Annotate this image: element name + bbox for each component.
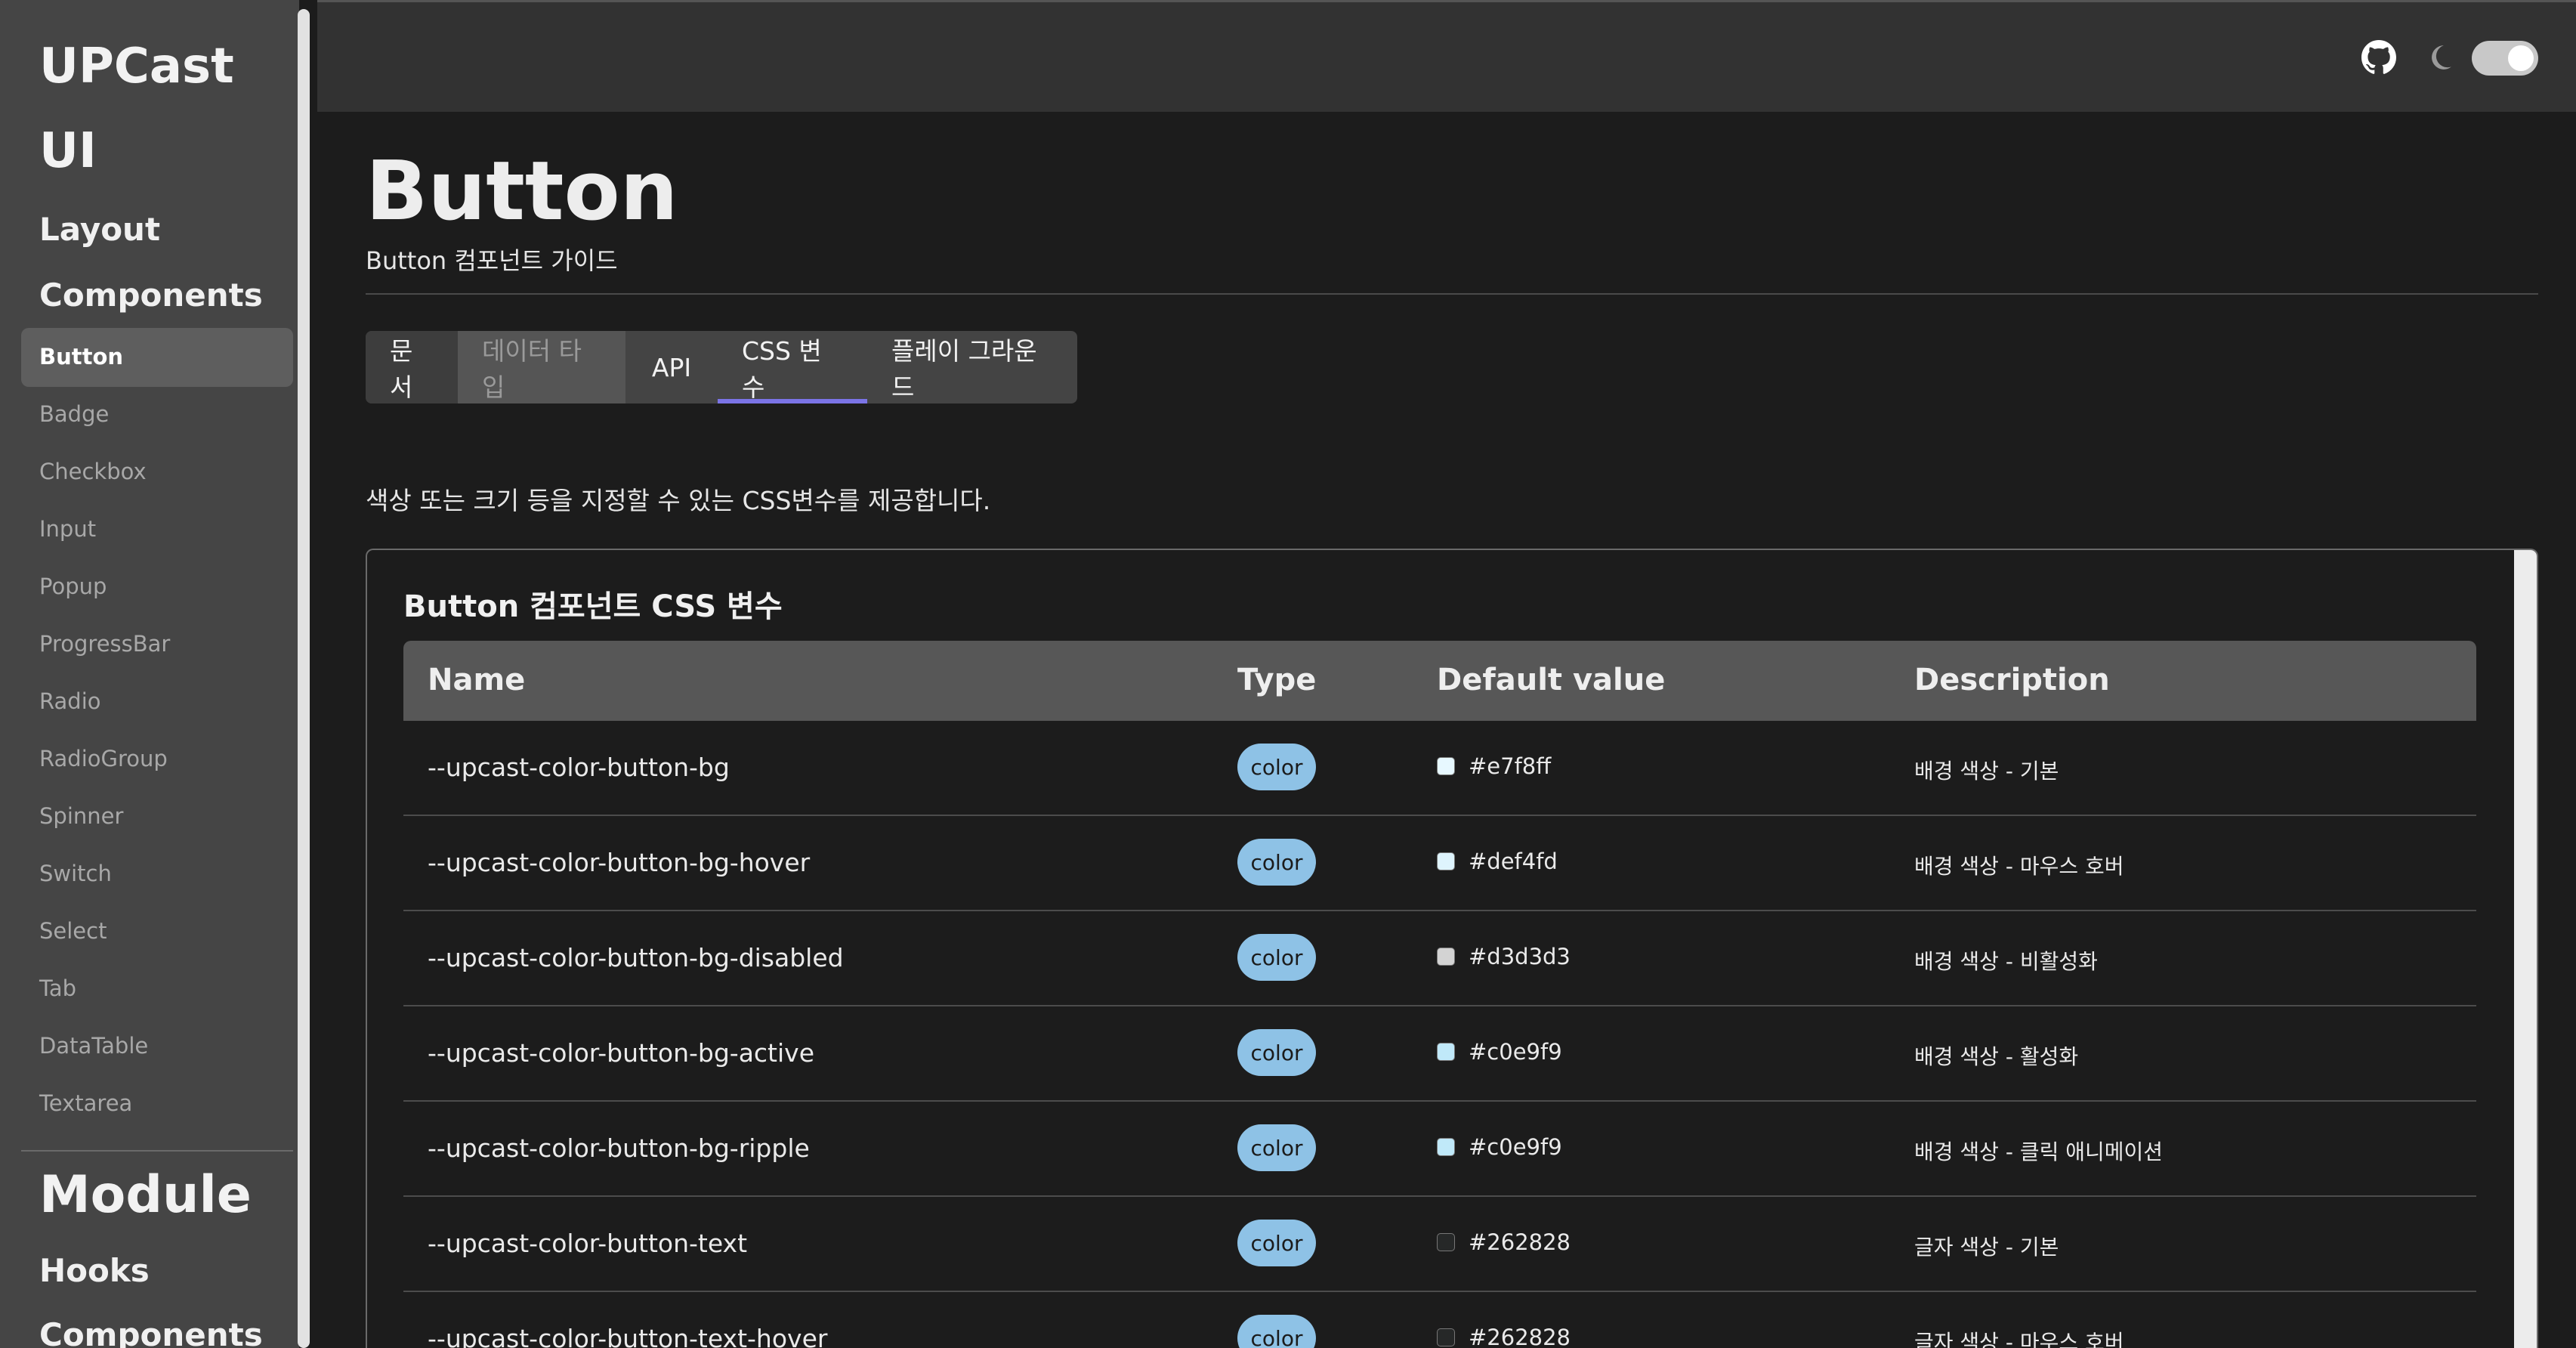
- app-title-line1: UPCast: [39, 39, 234, 94]
- moon-icon: [2424, 42, 2454, 73]
- sidebar-scrollbar[interactable]: [298, 9, 310, 1348]
- color-swatch: [1437, 1328, 1455, 1346]
- sidebar-item-radiogroup[interactable]: RadioGroup: [39, 748, 168, 770]
- theme-toggle[interactable]: [2472, 41, 2538, 76]
- cell-default-value: #def4fd: [1469, 849, 1558, 874]
- sidebar-item-checkbox[interactable]: Checkbox: [39, 461, 147, 483]
- github-icon[interactable]: [2361, 40, 2396, 75]
- page-subtitle: Button 컴포넌트 가이드: [366, 246, 618, 275]
- color-swatch: [1437, 757, 1455, 775]
- sidebar-item-badge[interactable]: Badge: [39, 403, 109, 425]
- type-badge: color: [1237, 744, 1316, 790]
- tab-docs[interactable]: 문서: [366, 331, 458, 403]
- type-badge: color: [1237, 1029, 1316, 1076]
- sidebar-item-switch[interactable]: Switch: [39, 863, 112, 885]
- type-badge: color: [1237, 1124, 1316, 1171]
- sidebar-group-layout[interactable]: Layout: [39, 214, 160, 246]
- cell-description: 글자 색상 - 마우스 호버: [1914, 1330, 2124, 1348]
- sidebar-item-spinner[interactable]: Spinner: [39, 805, 123, 827]
- cell-description: 배경 색상 - 활성화: [1914, 1044, 2079, 1069]
- cell-variable-name: --upcast-color-button-bg-hover: [428, 848, 811, 877]
- tab-playground[interactable]: 플레이 그라운드: [867, 331, 1077, 403]
- column-header-name: Name: [428, 663, 526, 697]
- color-swatch: [1437, 852, 1455, 870]
- table-header: Name Type Default value Description: [403, 641, 2476, 721]
- sidebar-group-components[interactable]: Components: [39, 280, 263, 311]
- table-row: --upcast-color-button-text-hover color #…: [403, 1292, 2476, 1348]
- cell-default-value: #262828: [1469, 1325, 1571, 1348]
- sidebar-group-module-components[interactable]: Components: [39, 1319, 263, 1348]
- table-row: --upcast-color-button-text color #262828…: [403, 1197, 2476, 1292]
- sidebar-item-select[interactable]: Select: [39, 920, 107, 942]
- type-badge: color: [1237, 934, 1316, 981]
- cell-variable-name: --upcast-color-button-text: [428, 1229, 748, 1258]
- tab-css-variables[interactable]: CSS 변수: [718, 331, 867, 403]
- type-badge: color: [1237, 1220, 1316, 1266]
- tab-bar: 문서 데이터 타입 API CSS 변수 플레이 그라운드: [366, 331, 1077, 403]
- top-bar: [317, 0, 2576, 112]
- sidebar-group-module[interactable]: Module: [39, 1170, 252, 1221]
- title-divider: [366, 293, 2538, 295]
- sidebar-item-progressbar[interactable]: ProgressBar: [39, 633, 170, 655]
- sidebar-item-textarea[interactable]: Textarea: [39, 1093, 132, 1115]
- cell-description: 배경 색상 - 비활성화: [1914, 949, 2098, 974]
- type-badge: color: [1237, 839, 1316, 886]
- sidebar-item-input[interactable]: Input: [39, 518, 96, 540]
- cell-default-value: #d3d3d3: [1469, 944, 1571, 969]
- cell-description: 배경 색상 - 기본: [1914, 759, 2059, 784]
- page-title: Button: [366, 144, 678, 239]
- sidebar: UPCast UI Layout Components Button Badge…: [0, 0, 299, 1348]
- cell-variable-name: --upcast-color-button-text-hover: [428, 1324, 828, 1348]
- sidebar-item-radio[interactable]: Radio: [39, 691, 101, 713]
- tab-api[interactable]: API: [625, 331, 718, 403]
- type-badge: color: [1237, 1315, 1316, 1348]
- table-row: --upcast-color-button-bg-ripple color #c…: [403, 1102, 2476, 1197]
- tab-data-types[interactable]: 데이터 타입: [458, 331, 625, 403]
- card-scrollbar[interactable]: [2514, 550, 2537, 1348]
- cell-description: 배경 색상 - 마우스 호버: [1914, 854, 2124, 879]
- sidebar-divider: [21, 1150, 293, 1152]
- column-header-description: Description: [1914, 663, 2110, 697]
- theme-toggle-knob: [2508, 45, 2534, 71]
- cell-default-value: #c0e9f9: [1469, 1039, 1562, 1065]
- table-row: --upcast-color-button-bg-disabled color …: [403, 911, 2476, 1006]
- cell-variable-name: --upcast-color-button-bg: [428, 753, 730, 782]
- sidebar-item-popup[interactable]: Popup: [39, 576, 107, 598]
- cell-variable-name: --upcast-color-button-bg-active: [428, 1038, 814, 1068]
- table-row: --upcast-color-button-bg-active color #c…: [403, 1006, 2476, 1102]
- cell-variable-name: --upcast-color-button-bg-disabled: [428, 943, 844, 972]
- column-header-type: Type: [1237, 663, 1317, 697]
- color-swatch: [1437, 1138, 1455, 1156]
- color-swatch: [1437, 948, 1455, 966]
- sidebar-item-tab[interactable]: Tab: [39, 978, 76, 1000]
- cell-default-value: #e7f8ff: [1469, 753, 1552, 779]
- color-swatch: [1437, 1233, 1455, 1251]
- section-description: 색상 또는 크기 등을 지정할 수 있는 CSS변수를 제공합니다.: [366, 486, 991, 515]
- app-root: UPCast UI Layout Components Button Badge…: [0, 0, 2576, 1348]
- sidebar-item-button[interactable]: Button: [39, 346, 123, 368]
- cell-description: 배경 색상 - 클릭 애니메이션: [1914, 1139, 2164, 1164]
- table-title: Button 컴포넌트 CSS 변수: [403, 589, 783, 624]
- table-row: --upcast-color-button-bg color #e7f8ff 배…: [403, 721, 2476, 816]
- sidebar-group-hooks[interactable]: Hooks: [39, 1255, 150, 1287]
- table-row: --upcast-color-button-bg-hover color #de…: [403, 816, 2476, 911]
- app-title-line2: UI: [39, 123, 97, 179]
- color-swatch: [1437, 1043, 1455, 1061]
- cell-variable-name: --upcast-color-button-bg-ripple: [428, 1133, 810, 1163]
- sidebar-item-datatable[interactable]: DataTable: [39, 1035, 148, 1057]
- cell-default-value: #262828: [1469, 1229, 1571, 1255]
- column-header-default: Default value: [1437, 663, 1666, 697]
- cell-default-value: #c0e9f9: [1469, 1134, 1562, 1160]
- cell-description: 글자 색상 - 기본: [1914, 1235, 2059, 1260]
- css-variables-card: Button 컴포넌트 CSS 변수 Name Type Default val…: [366, 549, 2538, 1348]
